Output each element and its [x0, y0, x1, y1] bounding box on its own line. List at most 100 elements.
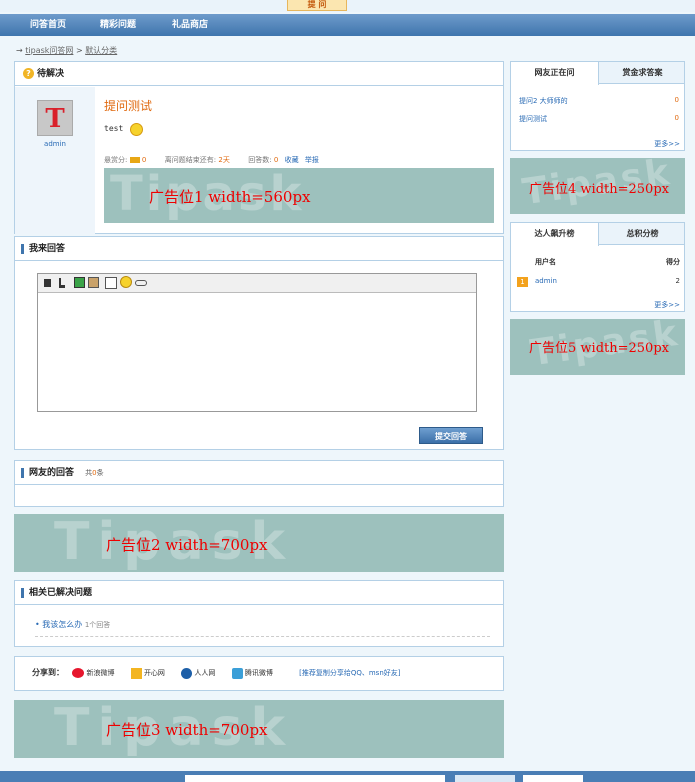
tencent-weibo-icon[interactable]: [231, 667, 243, 679]
ad-4-text: 广告位4 width=250px: [529, 182, 669, 197]
question-body: test: [104, 122, 144, 136]
favorite-link[interactable]: 收藏: [285, 156, 299, 164]
share-tencent-weibo[interactable]: 腾讯微博: [245, 669, 273, 677]
media-icon[interactable]: [88, 277, 99, 288]
asking-list: 提问2 大师师的 0 提问测试 0: [519, 96, 679, 132]
main-nav: 问答首页 精彩问题 礼品商店: [0, 14, 695, 36]
asking-now-box: 网友正在问 赏金求答案 提问2 大师师的 0 提问测试 0 更多>>: [510, 61, 685, 151]
share-sina-weibo[interactable]: 新浪微博: [86, 669, 114, 677]
bold-icon[interactable]: [44, 279, 51, 287]
table-row: 1 admin 2: [517, 277, 680, 295]
rank-score: 2: [675, 277, 680, 285]
avatar-initial: T: [45, 104, 65, 134]
answers-count-label: 回答数:: [248, 156, 272, 164]
answer-textarea[interactable]: [38, 294, 476, 411]
nav-item-featured[interactable]: 精彩问题: [100, 14, 136, 36]
ad-slot-5[interactable]: Tipask 广告位5 width=250px: [510, 319, 685, 375]
related-header: 相关已解决问题: [15, 581, 503, 605]
tab-asking-now[interactable]: 网友正在问: [511, 62, 599, 85]
tab-bounty[interactable]: 赏金求答案: [599, 62, 686, 84]
ad-slot-3[interactable]: Tipask 广告位3 width=700px: [14, 700, 504, 758]
share-kaixin[interactable]: 开心网: [144, 669, 165, 677]
question-box-header: ? 待解决: [15, 62, 503, 86]
asking-more-link[interactable]: 更多>>: [654, 139, 680, 149]
breadcrumb: → tipask问答网 > 默认分类: [16, 45, 117, 56]
asking-item-link[interactable]: 提问2 大师师的: [519, 97, 568, 105]
editor-toolbar: [38, 274, 476, 293]
related-item-link[interactable]: 我该怎么办: [42, 620, 82, 629]
netizen-answers-title: 网友的回答: [29, 468, 75, 478]
answers-count-value: 0: [273, 156, 279, 164]
sina-weibo-icon[interactable]: [72, 668, 85, 678]
question-meta: 悬赏分: 0 离问题结束还有: 2天 回答数: 0 收藏 举报: [104, 155, 319, 165]
rank-tabs: 达人飙升榜 总积分榜: [511, 223, 686, 246]
nav-item-home[interactable]: 问答首页: [30, 14, 66, 36]
ad-slot-1[interactable]: Tipask 广告位1 width=560px: [104, 168, 494, 223]
asking-tabs: 网友正在问 赏金求答案: [511, 62, 686, 85]
submit-answer-button[interactable]: 提交回答: [419, 427, 483, 444]
share-bar: 分享到： 新浪微博 开心网 人人网 腾讯微博 [推荐复制分享给QQ、msn好友]: [32, 667, 401, 679]
asker-panel: T admin: [15, 87, 95, 234]
footer-ask-button[interactable]: [523, 775, 583, 782]
rank-col-score: 得分: [666, 258, 680, 266]
asking-item-count: 0: [674, 114, 679, 122]
ask-question-tab[interactable]: 提 问: [287, 0, 347, 11]
question-icon: ?: [23, 68, 34, 79]
emoticon-icon[interactable]: [120, 276, 132, 288]
share-box: 分享到： 新浪微博 开心网 人人网 腾讯微博 [推荐复制分享给QQ、msn好友]: [14, 656, 504, 691]
answers-total-suffix: 条: [96, 469, 104, 477]
share-label: 分享到：: [32, 668, 64, 677]
breadcrumb-separator: >: [75, 46, 83, 55]
top-strip: [0, 0, 695, 12]
rank-more-link[interactable]: 更多>>: [654, 300, 680, 310]
netizen-answers-header: 网友的回答 共0条: [15, 461, 503, 485]
ad-2-text: 广告位2 width=700px: [106, 536, 268, 554]
answer-box-header: 我来回答: [15, 237, 503, 261]
breadcrumb-category-link[interactable]: 默认分类: [85, 46, 117, 55]
footer-search-input[interactable]: [185, 775, 445, 782]
report-link[interactable]: 举报: [305, 156, 319, 164]
question-body-text: test: [104, 124, 124, 133]
avatar[interactable]: T: [37, 100, 73, 136]
coin-icon: [129, 157, 140, 163]
related-item-count: 1个回答: [84, 621, 111, 629]
reward-value: 0: [141, 156, 147, 164]
renren-icon[interactable]: [181, 667, 193, 679]
header-bar-icon: [21, 244, 24, 254]
kaixin-icon[interactable]: [130, 667, 142, 679]
asking-item-link[interactable]: 提问测试: [519, 115, 547, 123]
breadcrumb-arrow: →: [16, 46, 23, 55]
rank-user-link[interactable]: admin: [535, 277, 557, 285]
footer-search-button[interactable]: [455, 775, 515, 782]
edit-icon[interactable]: [105, 277, 117, 289]
breadcrumb-home-link[interactable]: tipask问答网: [25, 46, 73, 55]
netizen-answers-box: 网友的回答 共0条: [14, 460, 504, 507]
share-recommend-link[interactable]: [推荐复制分享给QQ、msn好友]: [299, 669, 400, 677]
asker-username[interactable]: admin: [15, 140, 95, 148]
related-item: • 我该怎么办 1个回答: [35, 619, 490, 637]
image-icon[interactable]: [74, 277, 85, 288]
asking-item-count: 0: [674, 96, 679, 104]
ad-slot-2[interactable]: Tipask 广告位2 width=700px: [14, 514, 504, 572]
header-bar-icon: [21, 468, 24, 478]
time-remaining-label: 离问题结束还有:: [164, 156, 217, 164]
ad-1-text: 广告位1 width=560px: [149, 188, 311, 206]
link-icon[interactable]: [135, 280, 147, 286]
share-renren[interactable]: 人人网: [194, 669, 215, 677]
music-icon[interactable]: [59, 278, 65, 288]
rank-table: 用户名 得分 1 admin 2: [517, 257, 680, 293]
ad-5-text: 广告位5 width=250px: [529, 341, 669, 356]
footer-bar: [0, 771, 695, 782]
time-remaining-value: 2天: [218, 156, 230, 164]
nav-item-gift-shop[interactable]: 礼品商店: [172, 14, 208, 36]
question-title: 提问测试: [104, 99, 153, 113]
ad-slot-4[interactable]: Tipask 广告位4 width=250px: [510, 158, 685, 214]
smile-icon: [130, 123, 144, 136]
tab-rising-stars[interactable]: 达人飙升榜: [511, 223, 599, 246]
rank-col-user: 用户名: [535, 258, 556, 266]
answer-box: 我来回答 提交回答: [14, 236, 504, 450]
answer-box-title: 我来回答: [29, 244, 66, 254]
rank-box: 达人飙升榜 总积分榜 用户名 得分 1 admin 2 更多>>: [510, 222, 685, 312]
related-questions-box: 相关已解决问题 • 我该怎么办 1个回答: [14, 580, 504, 647]
tab-total-score[interactable]: 总积分榜: [599, 223, 686, 245]
